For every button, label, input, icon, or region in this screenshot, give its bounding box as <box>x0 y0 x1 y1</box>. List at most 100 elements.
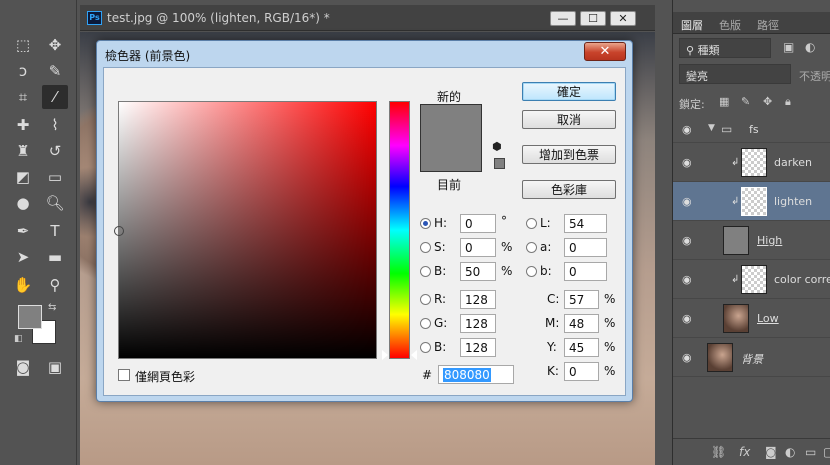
tab-paths[interactable]: 路徑 <box>757 17 779 33</box>
lock-transparent-icon[interactable]: ▦ <box>719 95 729 108</box>
gradient-tool-icon[interactable]: ▭ <box>42 165 68 189</box>
visibility-eye-icon[interactable]: ◉ <box>682 312 692 325</box>
path-selection-icon[interactable]: ➤ <box>10 245 36 269</box>
cyan-field[interactable]: 57 <box>564 290 599 309</box>
current-color-swatch[interactable] <box>421 138 481 171</box>
layer-high[interactable]: ◉ High <box>673 221 830 260</box>
marquee-tool-icon[interactable]: ⬚ <box>10 33 36 57</box>
shape-tool-icon[interactable]: ▬ <box>42 245 68 269</box>
minimize-button[interactable]: — <box>550 11 576 26</box>
screen-mode-icon[interactable]: ▣ <box>42 355 68 379</box>
websafe-checkbox[interactable] <box>118 369 130 381</box>
dialog-close-button[interactable]: ✕ <box>584 42 626 61</box>
green-field[interactable]: 128 <box>460 314 496 333</box>
saturation-brightness-field[interactable] <box>114 101 377 359</box>
zoom-tool-icon[interactable]: ⚲ <box>42 273 68 297</box>
lab-b-radio[interactable] <box>526 266 537 277</box>
crop-tool-icon[interactable]: ⌗ <box>10 85 36 109</box>
document-tab[interactable]: Ps test.jpg @ 100% (lighten, RGB/16*) * … <box>80 5 655 31</box>
red-radio[interactable] <box>420 294 431 305</box>
saturation-radio[interactable] <box>420 242 431 253</box>
maximize-button[interactable]: ☐ <box>580 11 606 26</box>
red-field[interactable]: 128 <box>460 290 496 309</box>
hex-field[interactable]: 808080 <box>438 365 514 384</box>
blue-field[interactable]: 128 <box>460 338 496 357</box>
hue-slider-left-arrow[interactable] <box>382 350 388 360</box>
new-layer-icon[interactable]: ▢ <box>823 445 830 459</box>
magenta-field[interactable]: 48 <box>564 314 599 333</box>
out-of-gamut-cube-icon[interactable]: ⬢ <box>492 141 504 153</box>
layer-darken[interactable]: ◉ ↲ darken <box>673 143 830 182</box>
brightness-field[interactable]: 50 <box>460 262 496 281</box>
visibility-eye-icon[interactable]: ◉ <box>682 234 692 247</box>
hue-field[interactable]: 0 <box>460 214 496 233</box>
pen-tool-icon[interactable]: ✒ <box>10 219 36 243</box>
black-field[interactable]: 0 <box>564 362 599 381</box>
hue-radio[interactable] <box>420 218 431 229</box>
new-group-icon[interactable]: ▭ <box>805 445 816 459</box>
lab-l-field[interactable]: 54 <box>564 214 607 233</box>
layer-low[interactable]: ◉ Low <box>673 299 830 338</box>
layer-group-fs[interactable]: ◉ ▼ ▭ fs <box>673 117 830 143</box>
healing-brush-icon[interactable]: ✚ <box>10 113 36 137</box>
lab-a-field[interactable]: 0 <box>564 238 607 257</box>
eyedropper-tool-icon[interactable]: ⁄ <box>42 85 68 109</box>
lab-a-radio[interactable] <box>526 242 537 253</box>
brush-tool-icon[interactable]: ⌇ <box>42 113 68 137</box>
color-field-marker[interactable] <box>114 226 124 236</box>
image-filter-icon[interactable]: ▣ <box>783 40 794 54</box>
lock-position-icon[interactable]: ✥ <box>763 95 772 108</box>
lab-b-field[interactable]: 0 <box>564 262 607 281</box>
tools-panel: ⬚ ✥ ↄ ✎ ⌗ ⁄ ✚ ⌇ ♜ ↺ ◩ ▭ ● 🔍︎ ✒ T ➤ ▬ ✋ ⚲… <box>0 0 77 465</box>
layer-background[interactable]: ◉ 背景 <box>673 338 830 377</box>
lock-all-icon[interactable]: 🔒︎ <box>785 95 791 109</box>
visibility-eye-icon[interactable]: ◉ <box>682 351 692 364</box>
yellow-field[interactable]: 45 <box>564 338 599 357</box>
lasso-tool-icon[interactable]: ↄ <box>10 59 36 83</box>
tab-layers[interactable]: 圖層 <box>681 17 703 33</box>
mask-icon[interactable]: ◙ <box>765 445 777 459</box>
layer-name: 背景 <box>741 353 763 366</box>
eraser-tool-icon[interactable]: ◩ <box>10 165 36 189</box>
adjustment-filter-icon[interactable]: ◐ <box>805 40 815 54</box>
brightness-radio[interactable] <box>420 266 431 277</box>
cancel-button[interactable]: 取消 <box>522 110 616 129</box>
lab-l-radio[interactable] <box>526 218 537 229</box>
adjustment-icon[interactable]: ◐ <box>785 445 795 459</box>
visibility-eye-icon[interactable]: ◉ <box>682 156 692 169</box>
layer-filter-dropdown[interactable]: ⚲ 種類 <box>679 38 771 58</box>
move-tool-icon[interactable]: ✥ <box>42 33 68 57</box>
quick-mask-icon[interactable]: ◙ <box>10 355 36 379</box>
blend-mode-dropdown[interactable]: 變亮 <box>679 64 791 84</box>
add-to-swatches-button[interactable]: 增加到色票 <box>522 145 616 164</box>
layer-lighten[interactable]: ◉ ↲ lighten <box>673 182 830 221</box>
saturation-field[interactable]: 0 <box>460 238 496 257</box>
websafe-warning-icon[interactable] <box>494 158 505 169</box>
visibility-eye-icon[interactable]: ◉ <box>682 123 692 136</box>
foreground-color-swatch[interactable] <box>18 305 42 329</box>
hue-slider[interactable] <box>389 101 410 359</box>
dodge-tool-icon[interactable]: 🔍︎ <box>42 191 68 215</box>
blue-radio[interactable] <box>420 342 431 353</box>
type-tool-icon[interactable]: T <box>42 219 68 243</box>
clone-stamp-icon[interactable]: ♜ <box>10 139 36 163</box>
history-brush-icon[interactable]: ↺ <box>42 139 68 163</box>
layer-color-correct[interactable]: ◉ ↲ color correct <box>673 260 830 299</box>
visibility-eye-icon[interactable]: ◉ <box>682 195 692 208</box>
ok-button[interactable]: 確定 <box>522 82 616 101</box>
visibility-eye-icon[interactable]: ◉ <box>682 273 692 286</box>
quick-selection-icon[interactable]: ✎ <box>42 59 68 83</box>
green-radio[interactable] <box>420 318 431 329</box>
blur-tool-icon[interactable]: ● <box>10 191 36 215</box>
default-colors-icon[interactable]: ◧ <box>14 334 23 344</box>
link-icon[interactable]: ⛓ <box>711 445 726 459</box>
tab-channels[interactable]: 色版 <box>719 17 741 33</box>
color-libraries-button[interactable]: 色彩庫 <box>522 180 616 199</box>
hand-tool-icon[interactable]: ✋ <box>10 273 36 297</box>
chevron-down-icon[interactable]: ▼ <box>708 123 715 133</box>
fx-icon[interactable]: fx <box>739 445 750 459</box>
window-close-button[interactable]: ✕ <box>610 11 636 26</box>
lock-paint-icon[interactable]: ✎ <box>741 95 750 108</box>
hue-slider-right-arrow[interactable] <box>411 350 417 360</box>
swap-colors-icon[interactable]: ⇆ <box>48 302 56 313</box>
